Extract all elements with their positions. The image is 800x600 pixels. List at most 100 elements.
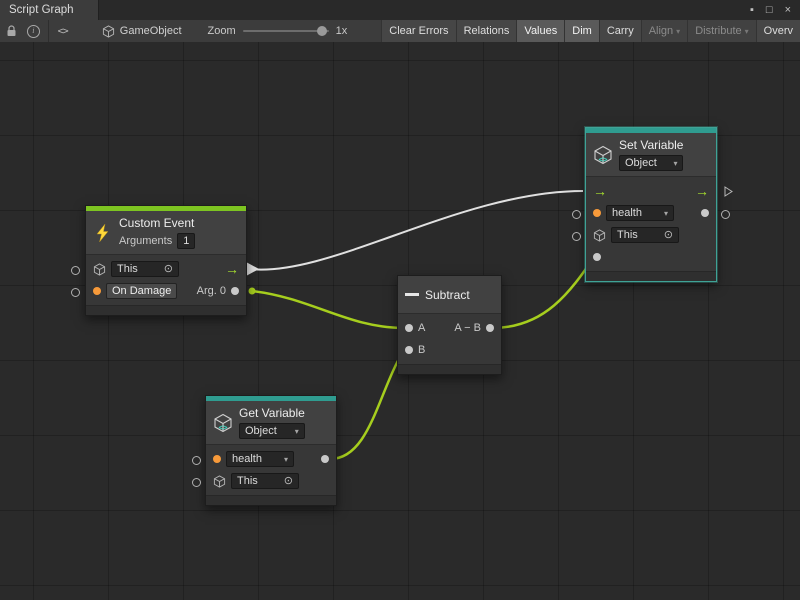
- flow-out-port[interactable]: →: [695, 184, 709, 198]
- relations-button[interactable]: Relations: [456, 20, 517, 42]
- gameobject-icon: [102, 25, 115, 38]
- port-row-event-name: On Damage Arg. 0: [86, 280, 246, 302]
- output-label: A − B: [454, 322, 481, 334]
- wire-subtract-to-setvariable-value[interactable]: [492, 256, 595, 328]
- string-port[interactable]: [593, 209, 601, 217]
- port-row-a: A A − B: [398, 317, 501, 339]
- unconnected-port-indicator: [572, 232, 581, 241]
- chevron-down-icon: ▾: [664, 209, 668, 218]
- window-maximize-icon[interactable]: □: [766, 4, 773, 16]
- variable-kind-dropdown[interactable]: Object ▾: [619, 155, 683, 171]
- distribute-button[interactable]: Distribute ▾: [687, 20, 755, 42]
- string-port[interactable]: [213, 455, 221, 463]
- info-icon[interactable]: i: [22, 20, 44, 42]
- flow-out-port[interactable]: →: [225, 262, 239, 276]
- variable-kind-dropdown[interactable]: Object ▾: [239, 423, 305, 439]
- object-picker-icon[interactable]: ⊙: [664, 230, 673, 241]
- unconnected-port-indicator: [192, 478, 201, 487]
- wire-getvariable-to-subtract-b[interactable]: [330, 350, 404, 459]
- flow-in-port[interactable]: →: [593, 184, 607, 198]
- kind-value: Object: [625, 157, 657, 169]
- node-header[interactable]: <> Set Variable Object ▾: [586, 133, 716, 177]
- info-glyph: i: [27, 25, 40, 38]
- tab-script-graph[interactable]: Script Graph: [0, 0, 99, 20]
- input-b-port[interactable]: [405, 346, 413, 354]
- unconnected-port-indicator: [71, 288, 80, 297]
- wire-arg0-to-subtract-a[interactable]: [252, 291, 404, 328]
- node-custom-event[interactable]: Custom Event Arguments 1 This ⊙ → On Dam…: [85, 205, 247, 316]
- ports-area: A A − B B: [398, 314, 501, 364]
- align-label: Align: [649, 25, 673, 37]
- input-a-port[interactable]: [405, 324, 413, 332]
- code-icon[interactable]: <>: [51, 20, 73, 42]
- lock-icon[interactable]: [0, 20, 22, 42]
- variable-name-value: health: [232, 453, 262, 465]
- value-out-port[interactable]: [321, 455, 329, 463]
- port-row-b: B: [398, 339, 501, 361]
- carry-button[interactable]: Carry: [599, 20, 641, 42]
- variable-icon: <>: [213, 413, 233, 433]
- value-in-port[interactable]: [593, 253, 601, 261]
- target-field[interactable]: This ⊙: [111, 261, 179, 277]
- zoom-label: Zoom: [208, 25, 236, 37]
- window-close-icon[interactable]: ×: [785, 4, 791, 16]
- gameobject-breadcrumb[interactable]: GameObject: [102, 25, 182, 38]
- graph-toolbar: i <> GameObject Zoom 1x Clear Errors Rel…: [0, 20, 800, 43]
- target-field[interactable]: This ⊙: [231, 473, 299, 489]
- overview-button[interactable]: Overv: [756, 20, 800, 42]
- node-set-variable[interactable]: <> Set Variable Object ▾ → → health ▾: [585, 127, 717, 282]
- object-picker-icon[interactable]: ⊙: [284, 476, 293, 487]
- chevron-down-icon: ▾: [745, 27, 749, 36]
- string-port[interactable]: [93, 287, 101, 295]
- separator: [48, 20, 49, 42]
- node-header[interactable]: Subtract: [398, 276, 501, 314]
- event-name-field[interactable]: On Damage: [106, 283, 177, 299]
- zoom-slider-handle[interactable]: [317, 26, 327, 36]
- zoom-slider[interactable]: [243, 30, 329, 32]
- value-out-port[interactable]: [701, 209, 709, 217]
- svg-text:<>: <>: [598, 155, 608, 164]
- node-title: Custom Event: [119, 216, 195, 230]
- window-controls: ▪ □ ×: [750, 0, 800, 20]
- variable-name-dropdown[interactable]: health ▾: [606, 205, 674, 221]
- wire-flow-customevent-to-setvariable[interactable]: [249, 191, 583, 270]
- output-port[interactable]: [486, 324, 494, 332]
- arg-out-label: Arg. 0: [197, 285, 226, 297]
- port-row-variable-name: health ▾: [586, 202, 716, 224]
- values-toggle-button[interactable]: Values: [516, 20, 564, 42]
- unconnected-port-indicator: [192, 456, 201, 465]
- window-menu-icon[interactable]: ▪: [750, 4, 754, 16]
- toolbar-buttons: Clear Errors Relations Values Dim Carry …: [381, 20, 800, 42]
- dim-toggle-button[interactable]: Dim: [564, 20, 599, 42]
- graph-canvas[interactable]: Custom Event Arguments 1 This ⊙ → On Dam…: [0, 42, 800, 600]
- arg-out-port[interactable]: [231, 287, 239, 295]
- port-row-target: This ⊙: [586, 224, 716, 246]
- align-button[interactable]: Align ▾: [641, 20, 687, 42]
- target-value: This: [617, 229, 638, 241]
- variable-name-dropdown[interactable]: health ▾: [226, 451, 294, 467]
- zoom-control: Zoom 1x: [208, 25, 348, 37]
- node-header[interactable]: <> Get Variable Object ▾: [206, 401, 336, 445]
- wire-endpoint: [249, 288, 256, 295]
- port-row-target: This ⊙ →: [86, 258, 246, 280]
- clear-errors-button[interactable]: Clear Errors: [381, 20, 455, 42]
- port-row-value-in: [586, 246, 716, 268]
- gameobject-type-icon: [93, 263, 106, 276]
- target-field[interactable]: This ⊙: [611, 227, 679, 243]
- object-picker-icon[interactable]: ⊙: [164, 264, 173, 275]
- node-footer: [206, 495, 336, 505]
- node-header[interactable]: Custom Event Arguments 1: [86, 211, 246, 255]
- arguments-label: Arguments: [119, 235, 172, 247]
- target-value: This: [237, 475, 258, 487]
- arguments-field[interactable]: 1: [177, 233, 195, 249]
- ports-area: This ⊙ → On Damage Arg. 0: [86, 255, 246, 305]
- gameobject-label: GameObject: [120, 25, 182, 37]
- node-subtract[interactable]: Subtract A A − B B: [397, 275, 502, 375]
- variable-icon: <>: [593, 145, 613, 165]
- node-get-variable[interactable]: <> Get Variable Object ▾ health ▾: [205, 395, 337, 506]
- ports-area: → → health ▾ This ⊙: [586, 177, 716, 271]
- custom-event-icon: [93, 223, 113, 243]
- unconnected-port-indicator: [572, 210, 581, 219]
- node-footer: [86, 305, 246, 315]
- tab-title: Script Graph: [9, 4, 74, 16]
